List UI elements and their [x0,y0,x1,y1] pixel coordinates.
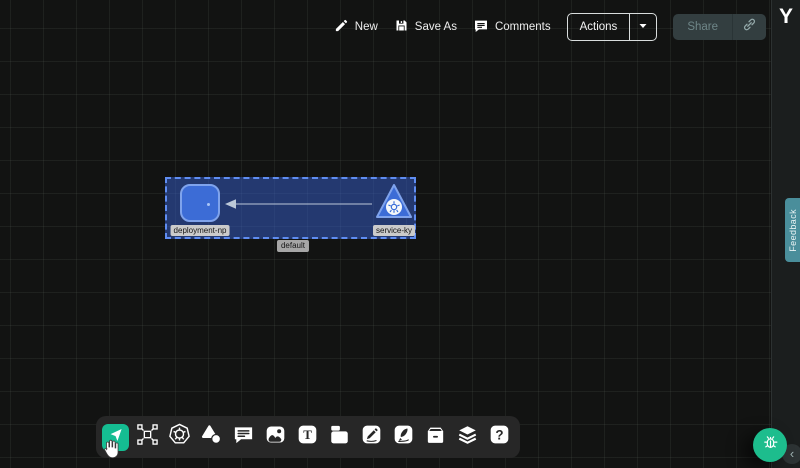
link-icon [742,17,757,37]
report-bug-button[interactable] [753,428,787,462]
comment-icon [473,18,489,37]
kubernetes-icon [168,423,191,451]
text-tool[interactable]: T [294,424,321,451]
highlighter-tool[interactable] [390,424,417,451]
edge-attach-dot [207,203,210,206]
archive-icon [424,423,447,451]
actions-button[interactable]: Actions [567,13,658,41]
save-as-button[interactable]: Save As [394,18,457,36]
new-label: New [355,21,378,33]
bug-icon [761,433,780,457]
svg-text:?: ? [495,427,503,442]
note-tool[interactable] [326,424,353,451]
share-button[interactable]: Share [673,21,732,33]
pencil-icon [334,18,349,36]
new-button[interactable]: New [334,18,378,36]
top-toolbar: New Save As Comments Actions Share [334,13,766,41]
cursor-arrow-icon [107,426,125,449]
edge-arrow[interactable] [222,198,376,210]
flow-diagram-icon [136,423,159,451]
service-node[interactable] [374,182,414,222]
deployment-node[interactable] [180,184,220,222]
namespace-group-selection[interactable]: deployment-np service-ky [165,177,416,239]
feedback-tab[interactable]: Feedback [785,198,800,262]
service-node-label: service-ky [373,225,415,236]
shapes-icon [200,423,223,451]
text-icon: T [296,423,319,451]
actions-dropdown[interactable] [630,18,656,36]
pen-icon [360,423,383,451]
image-icon [264,423,287,451]
svg-text:T: T [303,427,312,442]
comments-button[interactable]: Comments [473,18,551,37]
help-icon: ? [488,423,511,451]
comments-label: Comments [495,21,551,33]
shapes-tool[interactable] [198,424,225,451]
note-icon [328,423,351,451]
chevron-down-icon [638,18,648,36]
help-tool[interactable]: ? [486,424,513,451]
copy-link-button[interactable] [733,17,766,37]
bottom-toolbar: T [96,416,520,458]
comment-tool[interactable] [230,424,257,451]
layers-icon [456,423,479,451]
pen-tool[interactable] [358,424,385,451]
chevron-left-icon: ‹ [790,446,794,461]
comment-icon [232,423,255,451]
select-tool[interactable] [102,424,129,451]
right-sidebar-strip: Y Feedback [771,0,800,468]
share-button-group: Share [673,14,766,40]
layers-tool[interactable] [454,424,481,451]
save-icon [394,18,409,36]
highlighter-icon [392,423,415,451]
flow-diagram-tool[interactable] [134,424,161,451]
image-tool[interactable] [262,424,289,451]
deployment-node-label: deployment-np [171,225,230,236]
kubernetes-tool[interactable] [166,424,193,451]
feedback-label: Feedback [788,209,798,252]
app-logo: Y [772,5,800,29]
archive-tool[interactable] [422,424,449,451]
actions-label: Actions [568,21,630,33]
namespace-label: default [277,240,309,252]
save-as-label: Save As [415,21,457,33]
